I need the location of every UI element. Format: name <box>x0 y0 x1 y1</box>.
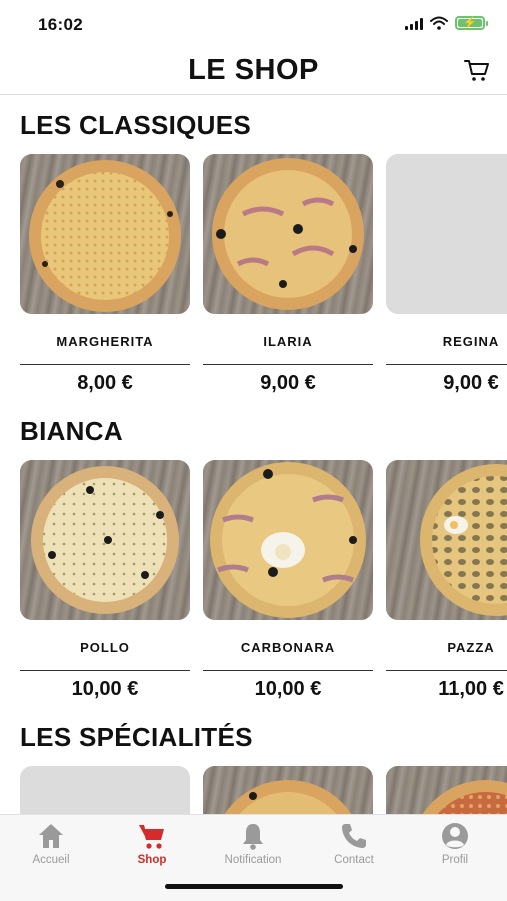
bell-icon <box>243 824 263 850</box>
tab-label: Accueil <box>32 854 70 866</box>
section-title: LES SPÉCIALITÉS <box>20 722 253 752</box>
product-price: 11,00 € <box>438 678 504 700</box>
divider <box>20 670 190 671</box>
product-name: REGINA <box>442 334 500 349</box>
tab-label: Notification <box>224 854 282 866</box>
shop-content[interactable]: LES CLASSIQUES MARGHERITA 8,00 € ILARIA … <box>0 96 507 814</box>
cart-icon[interactable] <box>463 56 491 84</box>
status-bar: 16:02 ⚡ <box>0 0 507 44</box>
product-image <box>203 460 373 620</box>
product-price: 9,00 € <box>443 372 499 394</box>
battery-icon: ⚡ <box>455 16 488 30</box>
section-title: LES CLASSIQUES <box>20 110 252 140</box>
cart-icon <box>139 824 164 849</box>
product-name: PAZZA <box>447 640 495 655</box>
status-icons: ⚡ <box>405 16 488 30</box>
home-indicator[interactable] <box>165 884 343 889</box>
product-card-ilaria[interactable]: ILARIA 9,00 € <box>203 154 375 394</box>
product-card[interactable] <box>386 766 507 814</box>
status-time: 16:02 <box>38 15 83 34</box>
product-price: 8,00 € <box>77 372 133 394</box>
product-card-pazza[interactable]: PAZZA 11,00 € <box>386 460 507 700</box>
product-price: 10,00 € <box>254 678 322 700</box>
tab-label: Profil <box>441 854 469 866</box>
product-card-carbonara[interactable]: CARBONARA 10,00 € <box>203 460 375 700</box>
divider <box>386 364 507 365</box>
divider <box>386 670 507 671</box>
tab-accueil[interactable]: Accueil <box>6 821 96 866</box>
tab-contact[interactable]: Contact <box>309 821 399 866</box>
product-name: POLLO <box>80 640 130 655</box>
product-card-pollo[interactable]: POLLO 10,00 € <box>20 460 192 700</box>
phone-icon <box>342 824 366 848</box>
tab-label: Shop <box>137 854 167 866</box>
product-image-placeholder <box>20 766 190 814</box>
divider <box>20 364 190 365</box>
page-title: LE SHOP <box>188 54 319 86</box>
tab-shop[interactable]: Shop <box>107 821 197 866</box>
wifi-icon <box>430 16 448 30</box>
product-card[interactable] <box>20 766 192 814</box>
product-image <box>203 766 373 814</box>
product-image <box>20 154 190 314</box>
tab-profil[interactable]: Profil <box>410 821 500 866</box>
product-card[interactable] <box>203 766 375 814</box>
tab-notification[interactable]: Notification <box>208 821 298 866</box>
product-image <box>386 460 507 620</box>
product-price: 9,00 € <box>260 372 316 394</box>
profile-icon <box>442 823 468 849</box>
product-name: MARGHERITA <box>56 334 154 349</box>
product-price: 10,00 € <box>71 678 139 700</box>
divider <box>203 670 373 671</box>
product-card-margherita[interactable]: MARGHERITA 8,00 € <box>20 154 192 394</box>
tab-label: Contact <box>334 854 374 866</box>
product-name: ILARIA <box>263 334 313 349</box>
divider <box>203 364 373 365</box>
product-name: CARBONARA <box>240 640 336 655</box>
product-image <box>20 460 190 620</box>
cellular-signal-icon <box>405 17 423 30</box>
product-card-regina[interactable]: REGINA 9,00 € <box>386 154 507 394</box>
product-image <box>386 766 507 814</box>
product-image-placeholder <box>386 154 507 314</box>
section-title: BIANCA <box>20 416 123 446</box>
product-image <box>203 154 373 314</box>
home-icon <box>39 824 63 848</box>
header: LE SHOP <box>0 44 507 95</box>
